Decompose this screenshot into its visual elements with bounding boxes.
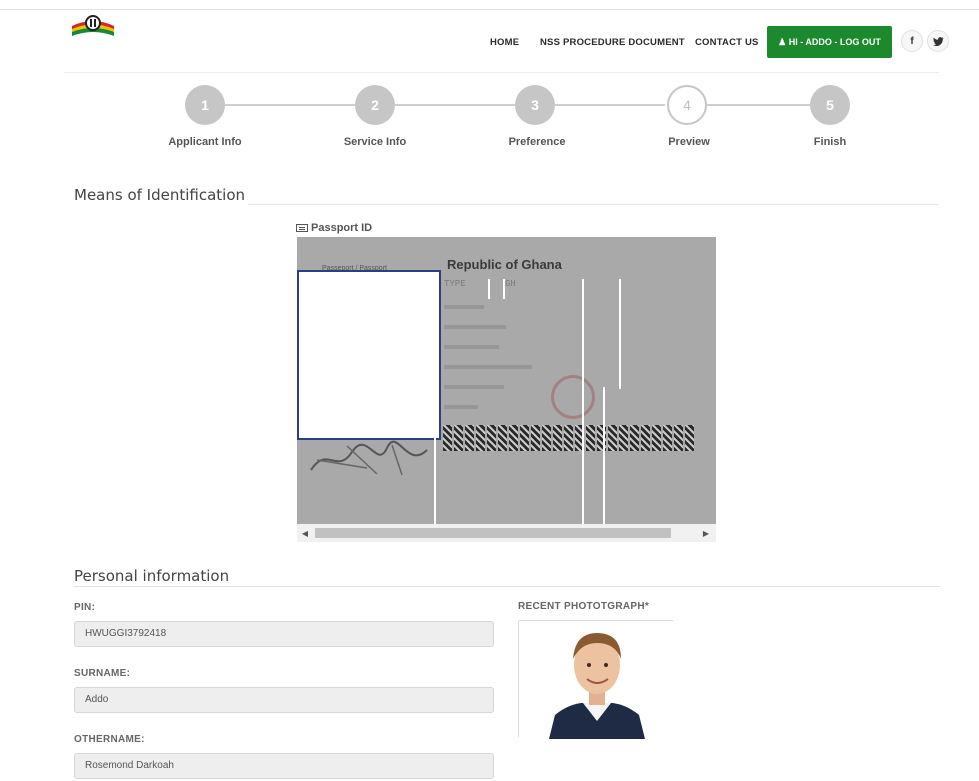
step-4-label: Preview (668, 136, 710, 148)
step-5-label: Finish (813, 136, 847, 148)
passport-image-viewer[interactable]: Passeport / Passport Republic of Ghana T… (297, 237, 716, 542)
nav-procedure-document[interactable]: NSS PROCEDURE DOCUMENT (540, 26, 685, 58)
passport-field-line (444, 365, 532, 369)
nav-home[interactable]: HOME (490, 26, 519, 58)
logout-button[interactable]: ♟ HI - ADDO - LOG OUT (767, 26, 892, 58)
passport-edge-line (503, 279, 505, 299)
passport-edge-line (434, 437, 436, 524)
twitter-icon[interactable] (927, 30, 949, 52)
step-2-label: Service Info (343, 136, 407, 148)
nss-logo[interactable] (70, 14, 116, 40)
passport-edge-line (603, 387, 605, 524)
nav-contact-us[interactable]: CONTACT US (695, 26, 759, 58)
section-divider (248, 204, 938, 205)
nav-home-label[interactable]: HOME (490, 37, 519, 48)
surname-label: SURNAME: (74, 668, 131, 679)
passport-country-title: Republic of Ghana (447, 257, 562, 272)
passport-edge-line (488, 279, 490, 299)
surname-field[interactable]: Addo (74, 687, 494, 713)
logout-button-label: ♟ HI - ADDO - LOG OUT (778, 36, 881, 47)
passport-image: Passeport / Passport Republic of Ghana T… (297, 237, 716, 524)
step-1-label: Applicant Info (168, 136, 242, 148)
step-connector (555, 104, 665, 106)
personal-section-title: Personal information (74, 567, 230, 585)
horizontal-scrollbar[interactable]: ◀ ▶ (297, 526, 716, 540)
passport-field-line (444, 325, 506, 329)
scroll-left-arrow-icon[interactable]: ◀ (300, 528, 310, 538)
nav-contact-label[interactable]: CONTACT US (695, 37, 759, 48)
passport-field-line (444, 305, 484, 309)
passport-field-line (444, 405, 478, 409)
passport-edge-line (582, 279, 584, 524)
passport-stamp (551, 375, 595, 419)
step-connector (705, 104, 810, 106)
header-divider (64, 72, 939, 73)
passport-machine-readable-zone (443, 423, 715, 453)
passport-type-value: TYPE (444, 279, 466, 289)
othername-label: OTHERNAME: (74, 734, 145, 745)
pin-label: PIN: (74, 602, 96, 613)
twitter-bird-icon (932, 36, 943, 46)
step-connector (225, 104, 355, 106)
passport-field-line (444, 345, 499, 349)
passport-country-code: GH (505, 279, 516, 289)
id-card-icon (296, 224, 308, 232)
scroll-right-arrow-icon[interactable]: ▶ (701, 528, 711, 538)
step-3-label: Preference (508, 136, 566, 148)
step-4-circle[interactable]: 4 (667, 85, 707, 125)
section-divider (74, 586, 940, 587)
scrollbar-thumb[interactable] (315, 528, 671, 538)
step-3-circle[interactable]: 3 (515, 85, 555, 125)
recent-photograph-label: RECENT PHOTOTGRAPH* (518, 601, 650, 612)
passport-signature (310, 440, 428, 476)
step-5-circle[interactable]: 5 (810, 85, 850, 125)
passport-id-label: Passport ID (296, 222, 372, 234)
identification-section-title: Means of Identification (74, 186, 246, 204)
step-2-circle[interactable]: 2 (355, 85, 395, 125)
facebook-icon[interactable]: f (901, 30, 923, 52)
applicant-photo (519, 621, 675, 739)
passport-edge-line (619, 279, 621, 389)
step-1-circle[interactable]: 1 (185, 85, 225, 125)
top-border (0, 9, 979, 10)
pin-field[interactable]: HWUGGI3792418 (74, 621, 494, 647)
step-connector (395, 104, 515, 106)
nav-procedure-label[interactable]: NSS PROCEDURE DOCUMENT (540, 37, 685, 48)
passport-photo-redacted (297, 270, 441, 440)
recent-photograph (518, 620, 675, 739)
othername-field[interactable]: Rosemond Darkoah (74, 753, 494, 779)
passport-field-line (444, 385, 504, 389)
